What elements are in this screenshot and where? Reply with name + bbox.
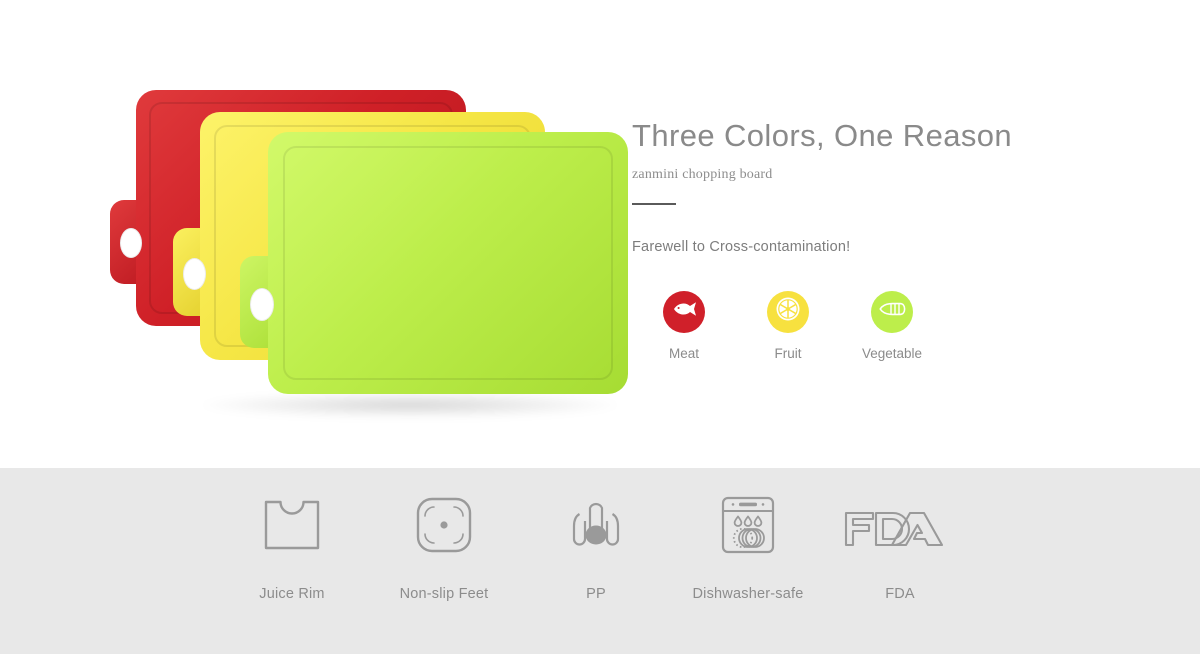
page-title: Three Colors, One Reason	[632, 118, 1013, 153]
juice-rim-icon	[216, 486, 368, 564]
product-name: zanmini chopping board	[632, 166, 773, 182]
green-board-hang-hole	[250, 288, 274, 321]
meat-badge	[663, 290, 705, 333]
tagline: Farewell to Cross-contamination!	[632, 238, 851, 255]
green-board	[240, 132, 628, 394]
usecase-fruit-label: Fruit	[774, 345, 802, 361]
fish-icon	[671, 301, 697, 322]
product-image	[110, 70, 628, 430]
feature-non-slip-feet-label: Non-slip Feet	[399, 586, 489, 602]
feature-juice-rim: Juice Rim	[216, 486, 368, 602]
yellow-board-hang-hole	[183, 258, 206, 290]
feature-bar: Juice Rim Non-slip Feet PP Dishwasher-sa…	[0, 468, 1200, 654]
usecase-list: Meat Fruit Vegetable	[632, 290, 1092, 361]
usecase-vegetable-label: Vegetable	[861, 345, 923, 361]
non-slip-feet-icon	[368, 486, 520, 564]
feature-fda-label: FDA	[885, 586, 915, 602]
vegetable-icon	[878, 302, 906, 321]
usecase-meat-label: Meat	[668, 345, 699, 361]
feature-pp: PP	[520, 486, 672, 602]
divider-rule	[632, 202, 676, 205]
feature-pp-label: PP	[586, 586, 606, 602]
hero-section: Three Colors, One Reason zanmini choppin…	[0, 0, 1200, 468]
feature-dishwasher-safe-label: Dishwasher-safe	[692, 586, 804, 602]
hero-copy: Three Colors, One Reason zanmini choppin…	[632, 118, 1092, 361]
product-banner: Three Colors, One Reason zanmini choppin…	[0, 0, 1200, 654]
vegetable-badge	[871, 290, 913, 333]
fruit-badge	[767, 290, 809, 333]
feature-non-slip-feet: Non-slip Feet	[368, 486, 520, 602]
feature-juice-rim-label: Juice Rim	[259, 586, 325, 602]
usecase-fruit: Fruit	[736, 290, 840, 361]
pp-material-icon	[520, 486, 672, 564]
feature-list: Juice Rim Non-slip Feet PP Dishwasher-sa…	[216, 486, 976, 602]
usecase-meat: Meat	[632, 290, 736, 361]
dishwasher-icon	[672, 486, 824, 564]
green-board-juice-groove	[283, 146, 613, 380]
usecase-vegetable: Vegetable	[840, 290, 944, 361]
lemon-icon	[775, 296, 801, 327]
feature-dishwasher-safe: Dishwasher-safe	[672, 486, 824, 602]
fda-logo-icon	[824, 486, 976, 564]
red-board-hang-hole	[120, 228, 142, 258]
feature-fda: FDA	[824, 486, 976, 602]
chopping-board-stack	[110, 70, 628, 400]
